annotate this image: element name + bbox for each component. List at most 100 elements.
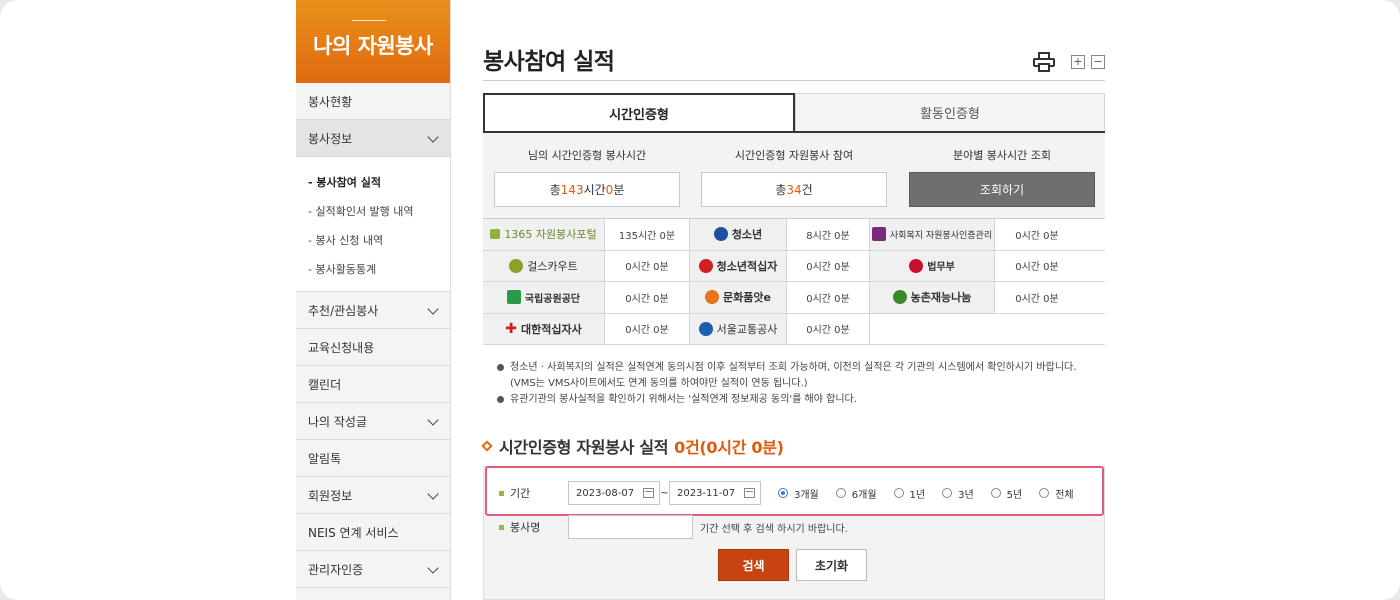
org-logo-culture: 문화품앗e (690, 282, 787, 313)
sidebar-item-volunteer-info[interactable]: 봉사정보 (296, 120, 450, 157)
radio-label: 1년 (909, 489, 926, 501)
page-card: 나의 자원봉사 봉사현황 봉사정보 - 봉사참여 실적 - 실적확인서 발행 내… (0, 0, 1400, 600)
sidebar-item-education[interactable]: 교육신청내용 (296, 329, 450, 366)
search-button[interactable]: 검색 (718, 549, 789, 581)
radio-icon[interactable] (1039, 488, 1050, 498)
page-tools: + − (1033, 52, 1105, 72)
radio-label: 3년 (958, 489, 974, 501)
radio-1-year[interactable]: 1년 (893, 486, 926, 501)
name-row: 봉사명 기간 선택 후 검색 하시기 바랍니다. (483, 515, 1105, 539)
square-bullet-icon (499, 490, 504, 496)
org-name: 1365 자원봉사포털 (504, 228, 597, 242)
org-logo-justice: 법무부 (870, 250, 995, 281)
date-from-input[interactable]: 2023-08-07 (568, 481, 660, 505)
sidebar-item-status[interactable]: 봉사현황 (296, 83, 450, 120)
sidebar-item-label: 봉사정보 (308, 131, 353, 146)
volunteer-name-input[interactable] (568, 515, 693, 539)
zoom-out-button[interactable]: − (1091, 55, 1105, 69)
calendar-icon[interactable] (643, 488, 654, 498)
tabs: 시간인증형 활동인증형 (483, 93, 1105, 133)
sidebar-item-recommended[interactable]: 추천/관심봉사 (296, 292, 450, 329)
date-to-value: 2023-11-07 (677, 487, 736, 499)
section-title: 시간인증형 자원봉사 실적 0건(0시간 0분) (481, 434, 784, 458)
org-hours: 135시간 0분 (605, 219, 690, 250)
stat-hours-number: 143 (560, 182, 584, 197)
sidebar-item-alimtalk[interactable]: 알림톡 (296, 440, 450, 477)
section-summary: 0건(0시간 0분) (674, 438, 784, 457)
sidebar: 나의 자원봉사 봉사현황 봉사정보 - 봉사참여 실적 - 실적확인서 발행 내… (296, 0, 451, 600)
note-text: 유관기관의 봉사실적을 확인하기 위해서는 '실적연계 정보제공 동의'를 해야… (510, 394, 857, 405)
tab-activity-certified[interactable]: 활동인증형 (795, 93, 1105, 131)
lookup-button[interactable]: 조회하기 (909, 172, 1095, 207)
note-item: 청소년 · 사회복지의 실적은 실적연계 동의시점 이후 실적부터 조회 가능하… (497, 360, 1097, 376)
stat-participation-value: 총 34 건 (701, 172, 887, 207)
org-name: 청소년적십자 (716, 259, 778, 273)
org-name: 대한적십자사 (521, 322, 582, 336)
org-logo-rural-talent: 농촌재능나눔 (870, 282, 995, 313)
sidebar-item-member-info[interactable]: 회원정보 (296, 477, 450, 514)
radio-5-years[interactable]: 5년 (990, 486, 1022, 501)
calendar-icon[interactable] (744, 488, 755, 498)
bullet-icon (497, 364, 504, 371)
frame: 나의 자원봉사 봉사현황 봉사정보 - 봉사참여 실적 - 실적확인서 발행 내… (0, 0, 1400, 600)
sidebar-item-label: 회원정보 (308, 488, 353, 503)
radio-label: 3개월 (794, 489, 819, 501)
org-hours: 0시간 0분 (605, 250, 690, 281)
radio-3-years[interactable]: 3년 (942, 486, 974, 501)
notes: 청소년 · 사회복지의 실적은 실적연계 동의시점 이후 실적부터 조회 가능하… (497, 360, 1097, 408)
sidebar-submenu: - 봉사참여 실적 - 실적확인서 발행 내역 - 봉사 신청 내역 - 봉사활… (296, 157, 450, 292)
sidebar-item-calendar[interactable]: 캘린더 (296, 366, 450, 403)
submenu-item-certificate-history[interactable]: - 실적확인서 발행 내역 (296, 196, 450, 225)
logo-mark-icon (490, 229, 501, 240)
radio-3-months[interactable]: 3개월 (778, 486, 819, 501)
date-to-input[interactable]: 2023-11-07 (669, 481, 761, 505)
sidebar-item-admin-auth[interactable]: 관리자인증 (296, 551, 450, 588)
date-from-value: 2023-08-07 (576, 487, 635, 499)
sidebar-item-label: 나의 작성글 (308, 414, 368, 429)
org-name: 법무부 (927, 262, 955, 274)
period-label: 기간 (483, 485, 568, 501)
org-hours: 0시간 0분 (605, 313, 690, 344)
sidebar-item-my-posts[interactable]: 나의 작성글 (296, 403, 450, 440)
radio-6-months[interactable]: 6개월 (835, 486, 877, 501)
tab-time-certified[interactable]: 시간인증형 (483, 93, 795, 131)
org-name: 서울교통공사 (716, 322, 778, 336)
radio-all[interactable]: 전체 (1039, 486, 1074, 501)
logo-mark-icon (705, 290, 720, 305)
empty-cell (870, 313, 1105, 344)
stat-mid: 시간 (583, 183, 606, 197)
radio-icon[interactable] (990, 488, 1001, 498)
zoom-in-button[interactable]: + (1071, 55, 1085, 69)
chevron-down-icon (428, 564, 438, 574)
org-name: 청소년 (731, 228, 763, 242)
red-cross-icon: ✚ (505, 320, 517, 337)
chevron-down-icon (428, 416, 438, 426)
reset-button[interactable]: 초기화 (796, 549, 867, 581)
stat-label: 분야별 봉사시간 조회 (952, 149, 1052, 162)
submenu-item-participation-record[interactable]: - 봉사참여 실적 (296, 167, 450, 196)
submenu-item-application-history[interactable]: - 봉사 신청 내역 (296, 225, 450, 254)
sidebar-item-label: 추천/관심봉사 (308, 303, 379, 318)
sidebar-item-label: NEIS 연계 서비스 (308, 525, 399, 540)
table-row: 국립공원공단 0시간 0분 문화품앗e 0시간 0분 농촌재능나눔 0시간 0분 (483, 282, 1105, 314)
radio-icon[interactable] (893, 488, 904, 498)
diamond-icon (481, 440, 493, 452)
radio-checked-icon[interactable] (778, 488, 788, 498)
logo-mark-icon (509, 258, 524, 273)
org-logo-youth: 청소년 (690, 219, 787, 250)
org-logo-national-park: 국립공원공단 (483, 282, 605, 313)
print-icon[interactable] (1033, 52, 1055, 72)
sidebar-item-neis[interactable]: NEIS 연계 서비스 (296, 514, 450, 551)
sidebar-title: 나의 자원봉사 (313, 34, 433, 58)
org-hours: 0시간 0분 (995, 282, 1079, 313)
sidebar-item-label: 교육신청내용 (308, 340, 375, 355)
square-bullet-icon (499, 524, 504, 530)
logo-mark-icon (506, 290, 521, 305)
radio-icon[interactable] (835, 488, 846, 498)
org-hours: 8시간 0분 (787, 219, 870, 250)
sidebar-header-divider (352, 20, 386, 21)
stat-suffix: 분 (613, 183, 625, 197)
logo-mark-icon (713, 227, 728, 242)
radio-icon[interactable] (942, 488, 953, 498)
submenu-item-activity-stats[interactable]: - 봉사활동통계 (296, 254, 450, 283)
